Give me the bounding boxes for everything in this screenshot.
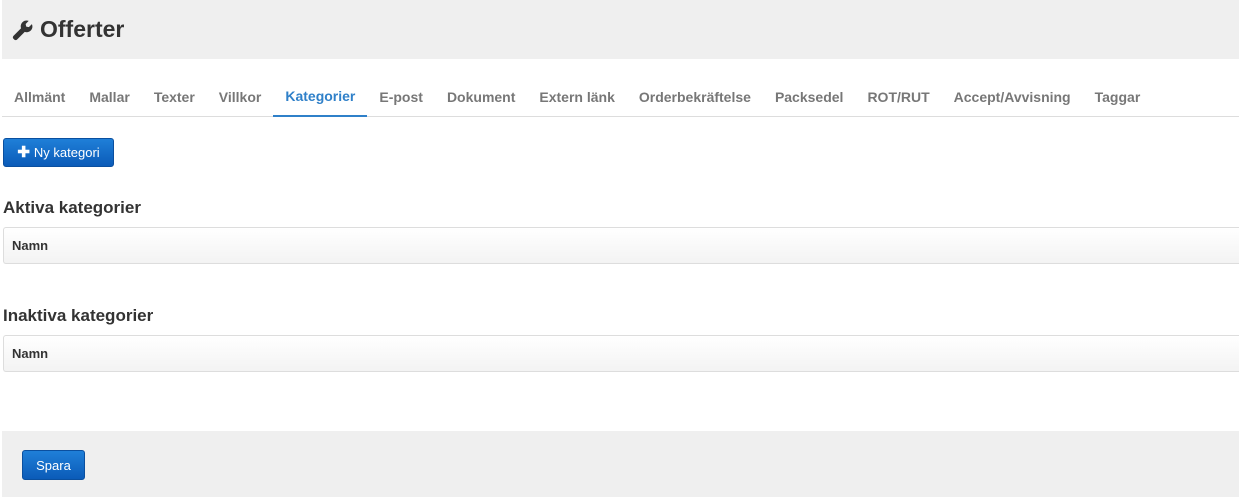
inactive-categories-table-header: Namn [3,335,1239,372]
tab-texter[interactable]: Texter [142,77,207,116]
wrench-icon [12,19,34,41]
tab-accept-avvisning[interactable]: Accept/Avvisning [942,77,1083,116]
page: Offerter Allmänt Mallar Texter Villkor K… [0,0,1239,497]
form-footer: Spara [2,431,1239,497]
page-title: Offerter [40,16,125,42]
save-button[interactable]: Spara [22,450,85,480]
column-header-namn[interactable]: Namn [12,346,48,361]
active-categories-table-header: Namn [3,227,1239,264]
tab-allmant[interactable]: Allmänt [2,77,77,116]
active-categories-heading: Aktiva kategorier [3,198,141,217]
tab-e-post[interactable]: E-post [367,77,435,116]
inactive-categories-heading: Inaktiva kategorier [3,306,154,325]
tab-dokument[interactable]: Dokument [435,77,527,116]
tab-orderbekraftelse[interactable]: Orderbekräftelse [627,77,763,116]
tab-bar: Allmänt Mallar Texter Villkor Kategorier… [2,77,1239,117]
plus-icon: ✚ [17,144,30,161]
tab-extern-lank[interactable]: Extern länk [527,77,626,116]
column-header-namn[interactable]: Namn [12,238,48,253]
new-category-label: Ny kategori [33,145,100,160]
tab-villkor[interactable]: Villkor [207,77,274,116]
tab-taggar[interactable]: Taggar [1083,77,1153,116]
tab-packsedel[interactable]: Packsedel [763,77,856,116]
tab-mallar[interactable]: Mallar [77,77,141,116]
page-header: Offerter [2,0,1239,59]
tab-kategorier[interactable]: Kategorier [273,77,368,117]
tab-rot-rut[interactable]: ROT/RUT [855,77,941,116]
new-category-button[interactable]: ✚ Ny kategori [3,138,114,167]
